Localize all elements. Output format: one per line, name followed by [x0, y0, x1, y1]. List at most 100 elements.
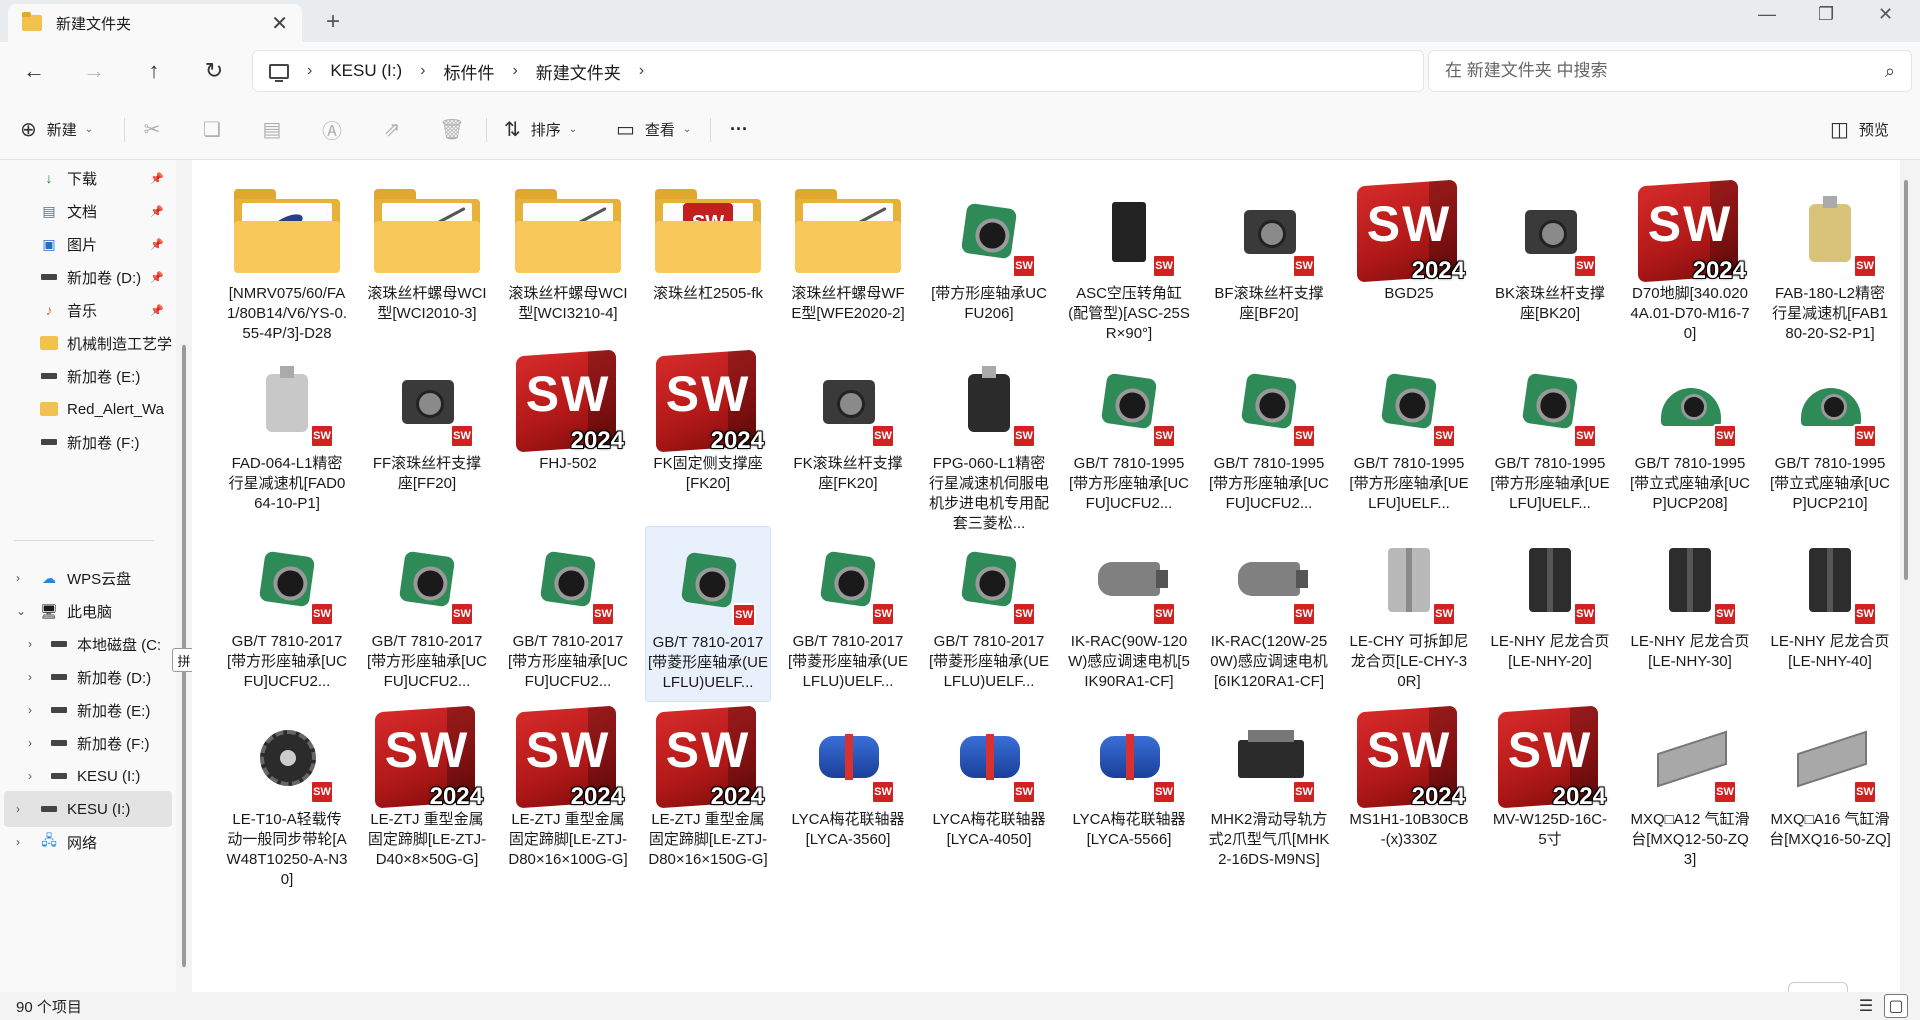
chevron-right-icon[interactable]: ›: [28, 769, 32, 783]
file-item[interactable]: SW LYCA梅花联轴器[LYCA-4050]: [926, 704, 1052, 880]
chevron-right-icon[interactable]: ›: [28, 703, 32, 717]
chevron-right-icon[interactable]: ›: [16, 835, 20, 849]
minimize-button[interactable]: —: [1758, 4, 1776, 25]
up-button[interactable]: ↑: [136, 54, 172, 88]
file-item[interactable]: SW ASC空压转角缸(配管型)[ASC-25SR×90°]: [1066, 178, 1192, 354]
file-item[interactable]: SW GB/T 7810-2017[带菱形座轴承(UELFLU)UELF...: [645, 526, 771, 702]
tree-item[interactable]: › 新加卷 (E:): [0, 692, 176, 728]
file-item[interactable]: SW FF滚珠丝杆支撑座[FF20]: [364, 348, 490, 524]
chevron-right-icon[interactable]: ›: [16, 571, 20, 585]
breadcrumb-chevron[interactable]: ›: [307, 62, 312, 80]
tree-item[interactable]: › KESU (I:): [0, 758, 176, 794]
file-item[interactable]: SW GB/T 7810-2017[带方形座轴承[UCFU]UCFU2...: [224, 526, 350, 702]
breadcrumb-item-new-folder[interactable]: 新建文件夹: [536, 59, 621, 84]
quick-access-item[interactable]: ▤ 文档 📌: [0, 193, 176, 229]
tab-current-folder[interactable]: 新建文件夹 ✕: [8, 4, 302, 42]
rename-button[interactable]: Ⓐ: [312, 110, 352, 148]
chevron-down-icon[interactable]: ⌄: [16, 604, 26, 618]
quick-access-item[interactable]: ↓ 下载 📌: [0, 160, 176, 196]
folder-item[interactable]: SW滚珠丝杠2505-fk: [645, 178, 771, 354]
tab-close-button[interactable]: ✕: [271, 11, 288, 36]
delete-button[interactable]: 🗑: [432, 110, 472, 148]
breadcrumb-item-drive[interactable]: KESU (I:): [330, 61, 402, 81]
file-item[interactable]: SW MHK2滑动导轨方式2爪型气爪[MHK2-16DS-M9NS]: [1206, 704, 1332, 880]
content-scrollbar[interactable]: [1904, 180, 1908, 580]
quick-access-item[interactable]: 新加卷 (D:) 📌: [0, 259, 176, 295]
file-item[interactable]: SW 2024 BGD25: [1346, 178, 1472, 354]
file-item[interactable]: SW GB/T 7810-1995[带方形座轴承[UELFU]UELF...: [1346, 348, 1472, 524]
folder-item[interactable]: 滚珠丝杆螺母WFE型[WFE2020-2]: [785, 178, 911, 354]
search-input[interactable]: [1445, 61, 1885, 81]
file-item[interactable]: SW 2024 FHJ-502: [505, 348, 631, 524]
tree-item[interactable]: › ☁ WPS云盘: [0, 560, 176, 596]
search-icon[interactable]: ⌕: [1885, 61, 1895, 82]
file-item[interactable]: SW LYCA梅花联轴器[LYCA-5566]: [1066, 704, 1192, 880]
breadcrumb-chevron[interactable]: ›: [639, 62, 644, 80]
quick-access-item[interactable]: ♪ 音乐 📌: [0, 292, 176, 328]
breadcrumb-chevron[interactable]: ›: [512, 62, 517, 80]
file-item[interactable]: SW 2024 LE-ZTJ 重型金属固定蹄脚[LE-ZTJ-D80×16×150G…: [645, 704, 771, 880]
file-item[interactable]: SW FAB-180-L2精密行星减速机[FAB180-20-S2-P1]: [1767, 178, 1893, 354]
file-item[interactable]: SW MXQ□A16 气缸滑台[MXQ16-50-ZQ]: [1767, 704, 1893, 880]
tree-item[interactable]: › 新加卷 (F:): [0, 725, 176, 761]
file-item[interactable]: SW BK滚珠丝杆支撑座[BK20]: [1487, 178, 1613, 354]
address-bar[interactable]: › KESU (I:) › 标件件 › 新建文件夹 ›: [252, 50, 1424, 92]
preview-pane-button[interactable]: ◫ 预览: [1830, 110, 1889, 148]
quick-access-item[interactable]: ▣ 图片 📌: [0, 226, 176, 262]
file-item[interactable]: SW LE-T10-A轻载传动一般同步带轮[AW48T10250-A-N30]: [224, 704, 350, 888]
new-button[interactable]: ⊕ 新建 ⌄: [20, 110, 93, 148]
file-item[interactable]: SW GB/T 7810-1995[带立式座轴承[UCP]UCP210]: [1767, 348, 1893, 524]
folder-item[interactable]: 滚珠丝杆螺母WCI型[WCI2010-3]: [364, 178, 490, 354]
paste-button[interactable]: ▤: [252, 110, 292, 148]
copy-button[interactable]: ❏: [192, 110, 232, 148]
chevron-right-icon[interactable]: ›: [16, 802, 20, 816]
share-button[interactable]: ⇗: [372, 110, 412, 148]
sort-button[interactable]: ⇅ 排序 ⌄: [504, 110, 577, 148]
tree-item[interactable]: › 本地磁盘 (C:: [0, 626, 176, 662]
file-item[interactable]: SW 2024 LE-ZTJ 重型金属固定蹄脚[LE-ZTJ-D40×8×50G-G…: [364, 704, 490, 880]
quick-access-item[interactable]: Red_Alert_Wa: [0, 391, 176, 427]
file-item[interactable]: SW GB/T 7810-2017[带方形座轴承[UCFU]UCFU2...: [505, 526, 631, 702]
file-item[interactable]: SW LE-NHY 尼龙合页[LE-NHY-30]: [1627, 526, 1753, 702]
file-item[interactable]: SW GB/T 7810-1995[带方形座轴承[UELFU]UELF...: [1487, 348, 1613, 524]
file-item[interactable]: SW GB/T 7810-1995[带立式座轴承[UCP]UCP208]: [1627, 348, 1753, 524]
folder-item[interactable]: 滚珠丝杆螺母WCI型[WCI3210-4]: [505, 178, 631, 354]
tree-item[interactable]: › KESU (I:): [4, 791, 172, 827]
file-item[interactable]: SW 2024 LE-ZTJ 重型金属固定蹄脚[LE-ZTJ-D80×16×100G…: [505, 704, 631, 880]
file-item[interactable]: SW MXQ□A12 气缸滑台[MXQ12-50-ZQ3]: [1627, 704, 1753, 880]
tree-item[interactable]: ⌄ 🖥 此电脑: [0, 593, 176, 629]
cut-button[interactable]: ✂: [132, 110, 172, 148]
folder-item[interactable]: [NMRV075/60/FA1/80B14/V6/YS-0.55-4P/3]-D…: [224, 178, 350, 354]
file-item[interactable]: SW 2024 D70地脚[340.0204A.01-D70-M16-70]: [1627, 178, 1753, 354]
file-item[interactable]: SW GB/T 7810-2017[带方形座轴承[UCFU]UCFU2...: [364, 526, 490, 702]
forward-button[interactable]: →: [76, 54, 112, 88]
view-button[interactable]: ▭ 查看 ⌄: [616, 110, 691, 148]
back-button[interactable]: ←: [16, 54, 52, 88]
search-box[interactable]: ⌕: [1428, 50, 1912, 92]
tree-item[interactable]: › 新加卷 (D:): [0, 659, 176, 695]
chevron-right-icon[interactable]: ›: [28, 736, 32, 750]
close-window-button[interactable]: ✕: [1878, 4, 1893, 25]
large-icons-view-button[interactable]: ▢: [1884, 994, 1908, 1018]
file-item[interactable]: SW 2024 FK固定侧支撑座[FK20]: [645, 348, 771, 524]
quick-access-item[interactable]: 新加卷 (E:): [0, 358, 176, 394]
file-item[interactable]: SW LE-NHY 尼龙合页[LE-NHY-20]: [1487, 526, 1613, 702]
tree-item[interactable]: › 🖧 网络: [0, 824, 176, 860]
details-view-button[interactable]: ☰: [1854, 994, 1878, 1018]
file-item[interactable]: SW GB/T 7810-1995[带方形座轴承[UCFU]UCFU2...: [1066, 348, 1192, 524]
breadcrumb-chevron[interactable]: ›: [420, 62, 425, 80]
file-item[interactable]: SW BF滚珠丝杆支撑座[BF20]: [1206, 178, 1332, 354]
file-item[interactable]: SW [带方形座轴承UCFU206]: [926, 178, 1052, 354]
chevron-right-icon[interactable]: ›: [28, 670, 32, 684]
file-item[interactable]: SW LYCA梅花联轴器[LYCA-3560]: [785, 704, 911, 880]
file-item[interactable]: SW 2024 MV-W125D-16C-5寸: [1487, 704, 1613, 880]
restore-button[interactable]: ❐: [1818, 4, 1834, 25]
file-item[interactable]: SW LE-NHY 尼龙合页[LE-NHY-40]: [1767, 526, 1893, 702]
more-options-button[interactable]: ···: [730, 110, 748, 148]
file-item[interactable]: SW GB/T 7810-1995[带方形座轴承[UCFU]UCFU2...: [1206, 348, 1332, 524]
file-item[interactable]: SW IK-RAC(90W-120W)感应调速电机[5IK90RA1-CF]: [1066, 526, 1192, 702]
quick-access-item[interactable]: 机械制造工艺学: [0, 325, 176, 361]
file-item[interactable]: SW IK-RAC(120W-250W)感应调速电机[6IK120RA1-CF]: [1206, 526, 1332, 702]
chevron-right-icon[interactable]: ›: [28, 637, 32, 651]
file-item[interactable]: SW LE-CHY 可拆卸尼龙合页[LE-CHY-30R]: [1346, 526, 1472, 702]
